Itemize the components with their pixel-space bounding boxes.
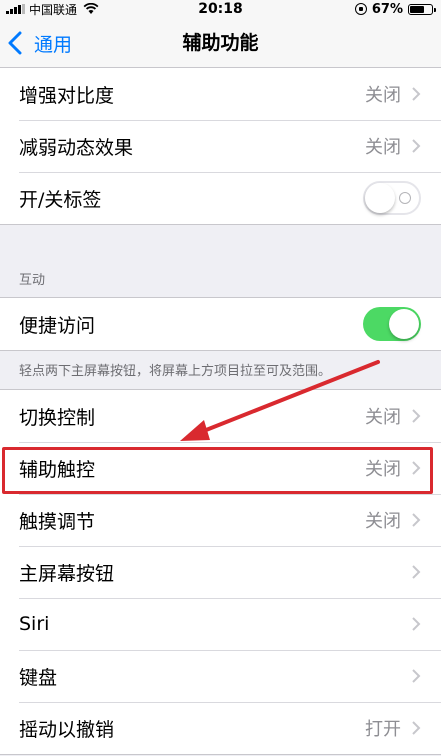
disclosure-chevron-icon [411,512,421,528]
row-value: 打开 [365,719,401,740]
row-reachability: 便捷访问 [0,298,441,350]
settings-group-interaction: 便捷访问 [0,297,441,351]
row-reduce-motion[interactable]: 减弱动态效果 关闭 [0,120,441,172]
row-touch-accommodations[interactable]: 触摸调节 关闭 [0,494,441,546]
switch-knob [389,309,419,339]
row-label: 切换控制 [19,406,96,429]
battery-percent: 67% [371,1,403,17]
rotation-lock-icon [354,3,367,15]
disclosure-chevron-icon [411,460,421,476]
row-label: 开/关标签 [19,188,102,211]
status-right: 67% [354,0,436,18]
row-label: 主屏幕按钮 [19,562,115,585]
switch-off-label-icon [399,192,411,204]
row-label: 增强对比度 [19,84,115,107]
row-label: 减弱动态效果 [19,136,134,159]
row-value: 关闭 [365,85,401,106]
reachability-switch[interactable] [363,307,421,341]
settings-group-display: 增强对比度 关闭 减弱动态效果 关闭 开/关标签 [0,68,441,225]
section-header-interaction: 互动 [19,273,46,288]
disclosure-chevron-icon [411,138,421,154]
disclosure-chevron-icon [411,668,421,684]
disclosure-chevron-icon [411,616,421,632]
disclosure-chevron-icon [411,408,421,424]
row-value: 关闭 [365,407,401,428]
section-footer-reachability: 轻点两下主屏幕按钮，将屏幕上方项目拉至可及范围。 [19,364,332,379]
row-keyboard[interactable]: 键盘 [0,650,441,702]
row-siri[interactable]: Siri [0,598,441,650]
settings-group-controls: 切换控制 关闭 辅助触控 关闭 触摸调节 关闭 主屏幕按钮 Siri 键盘 摇动… [0,389,441,755]
row-on-off-labels: 开/关标签 [0,172,441,224]
navigation-bar: 通用 辅助功能 [0,18,441,68]
battery-icon [408,3,436,15]
row-label: 触摸调节 [19,510,96,533]
disclosure-chevron-icon [411,720,421,736]
row-value: 关闭 [365,511,401,532]
row-label: 便捷访问 [19,314,96,337]
disclosure-chevron-icon [411,86,421,102]
page-title: 辅助功能 [182,32,259,54]
row-shake-to-undo[interactable]: 摇动以撤销 打开 [0,702,441,754]
row-label: 键盘 [19,666,58,689]
row-assistive-touch[interactable]: 辅助触控 关闭 [0,442,441,494]
disclosure-chevron-icon [411,564,421,580]
switch-knob [365,183,395,213]
row-value: 关闭 [365,137,401,158]
row-label: 摇动以撤销 [19,718,115,741]
row-value: 关闭 [365,459,401,480]
row-home-button[interactable]: 主屏幕按钮 [0,546,441,598]
row-label: Siri [19,613,50,635]
row-label: 辅助触控 [19,458,96,481]
on-off-labels-switch[interactable] [363,181,421,215]
settings-list: 增强对比度 关闭 减弱动态效果 关闭 开/关标签 互动 便捷访问 轻点两下主屏幕… [0,68,441,755]
row-increase-contrast[interactable]: 增强对比度 关闭 [0,68,441,120]
row-switch-control[interactable]: 切换控制 关闭 [0,390,441,442]
status-bar: 中国联通 20:18 67% [0,0,441,18]
